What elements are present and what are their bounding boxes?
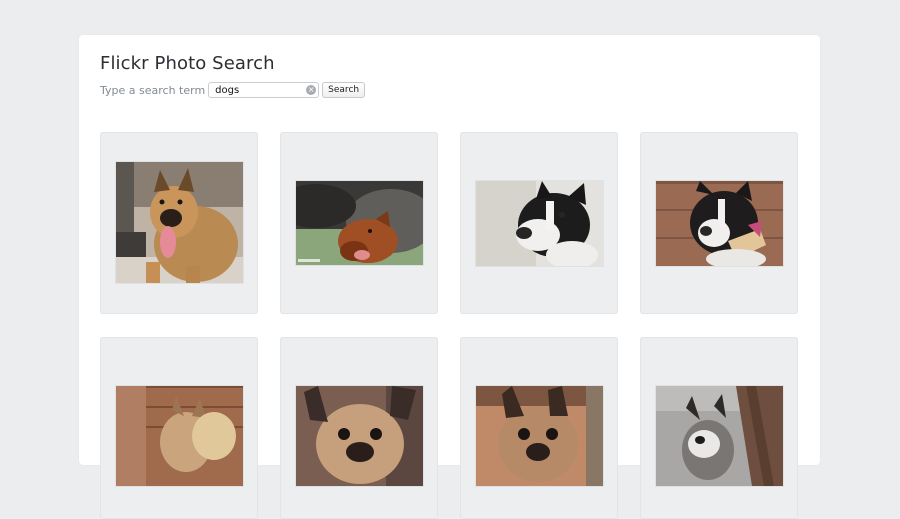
photo-thumbnail[interactable]	[296, 181, 423, 265]
photo-thumbnail[interactable]	[116, 162, 243, 283]
search-button[interactable]: Search	[322, 82, 366, 98]
search-panel: Flickr Photo Search Type a search term ×…	[79, 35, 820, 519]
photo-card[interactable]	[100, 132, 258, 314]
french-bulldog-face-photo	[296, 386, 423, 486]
clear-search-icon[interactable]: ×	[306, 85, 317, 95]
photo-thumbnail[interactable]	[116, 386, 243, 486]
page-title: Flickr Photo Search	[100, 53, 275, 74]
german-shepherd-photo	[116, 162, 243, 283]
boston-terrier-bandana-photo	[656, 181, 783, 266]
french-bulldog-brick-photo	[116, 386, 243, 486]
puppy-photo	[296, 181, 423, 265]
photo-thumbnail[interactable]	[476, 181, 603, 266]
boston-terrier-photo	[476, 181, 603, 266]
search-box: ×	[208, 82, 320, 98]
photo-card[interactable]	[280, 132, 438, 314]
search-form: Type a search term × Search	[100, 82, 366, 98]
photo-card[interactable]	[280, 337, 438, 519]
photo-card[interactable]	[100, 337, 258, 519]
photo-card[interactable]	[640, 132, 798, 314]
search-input[interactable]	[209, 83, 300, 97]
photo-card[interactable]	[460, 337, 618, 519]
photo-thumbnail[interactable]	[656, 181, 783, 266]
photo-card[interactable]	[460, 132, 618, 314]
photo-card[interactable]	[640, 337, 798, 519]
french-bulldog-deck-photo	[656, 386, 783, 486]
photo-thumbnail[interactable]	[656, 386, 783, 486]
french-bulldog-sand-photo	[476, 386, 603, 486]
photo-thumbnail[interactable]	[476, 386, 603, 486]
photo-thumbnail[interactable]	[296, 386, 423, 486]
search-label: Type a search term	[100, 83, 206, 97]
